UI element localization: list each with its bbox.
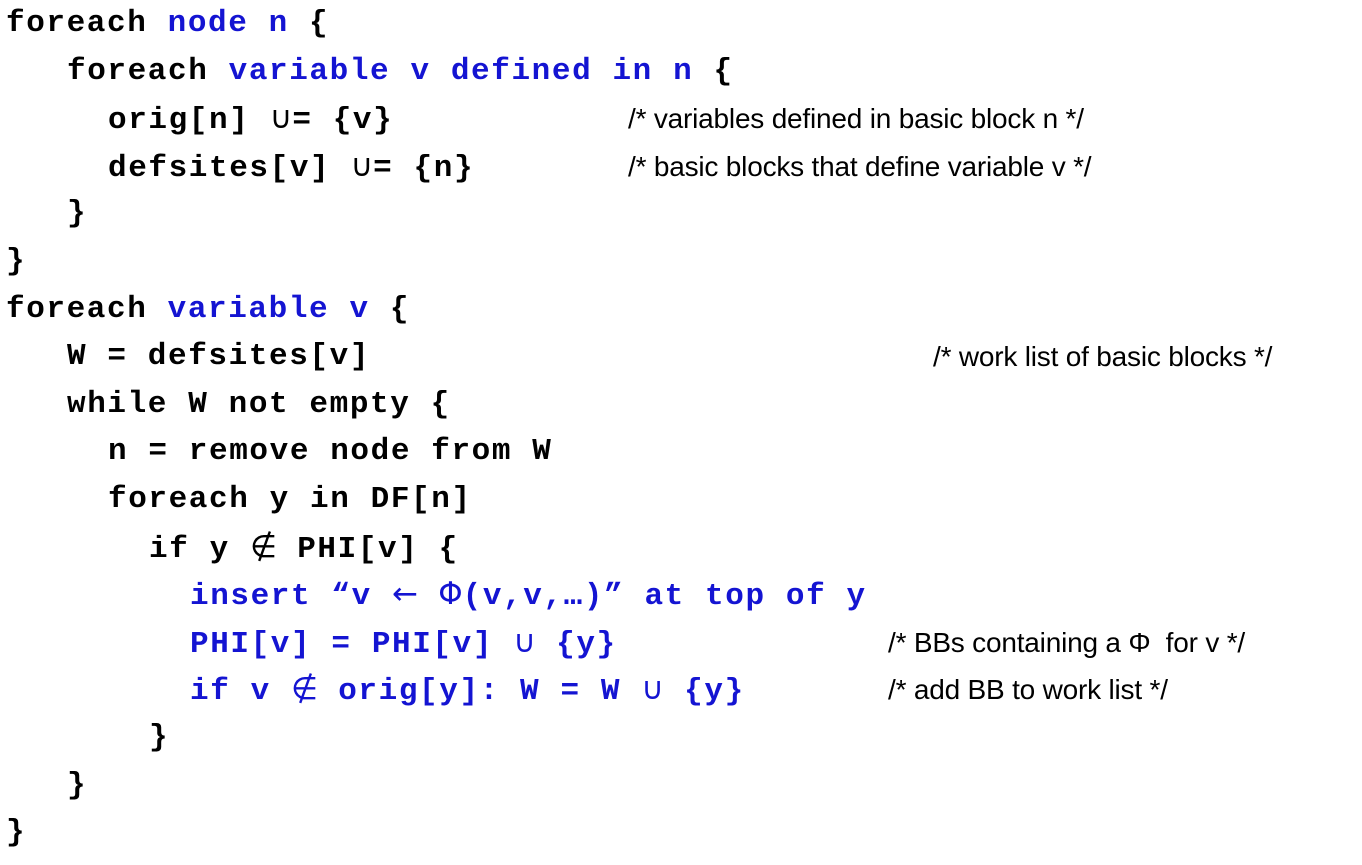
code-text: while W not empty { xyxy=(0,381,451,429)
code-line: n = remove node from W xyxy=(0,428,1362,476)
code-line: } xyxy=(0,809,1362,857)
code-span: defsites[v] xyxy=(108,150,351,186)
code-line: PHI[v] = PHI[v] ∪ {y} /* BBs containing a… xyxy=(0,619,1362,667)
code-text: } xyxy=(0,714,169,762)
code-text: if y ∉ PHI[v] { xyxy=(0,524,459,574)
code-span: orig[y]: W = W xyxy=(318,674,642,710)
code-span: = {n} xyxy=(373,150,475,186)
code-line: } xyxy=(0,238,1362,286)
code-span: foreach y in DF[n] xyxy=(108,481,472,517)
code-text: orig[n] ∪= {v} xyxy=(0,95,393,145)
code-span: } xyxy=(67,767,88,803)
code-span: = {v} xyxy=(292,103,394,139)
code-line: while W not empty { xyxy=(0,381,1362,429)
math-operator-glyph: ∉ xyxy=(291,671,319,708)
code-line: foreach y in DF[n] xyxy=(0,476,1362,524)
code-text: } xyxy=(0,762,87,810)
code-line: if v ∉ orig[y]: W = W ∪ {y} /* add BB to … xyxy=(0,666,1362,714)
code-line: W = defsites[v] /* work list of basic blo… xyxy=(0,333,1362,381)
code-span: W = defsites[v] xyxy=(67,339,371,375)
code-span: foreach xyxy=(6,6,168,41)
code-span: { xyxy=(288,6,330,41)
code-span: while W not empty { xyxy=(67,386,451,422)
code-span: } xyxy=(6,243,27,279)
math-operator-glyph: ∪ xyxy=(641,671,664,708)
code-span: } xyxy=(67,196,88,232)
code-span: if v xyxy=(190,674,292,710)
code-text: } xyxy=(0,238,26,286)
code-comment: /* variables defined in basic block n */ xyxy=(628,103,1084,135)
code-text: n = remove node from W xyxy=(0,428,552,476)
code-span: variable v defined in n xyxy=(228,53,694,89)
code-span: {y} xyxy=(663,674,745,710)
code-text: if v ∉ orig[y]: W = W ∪ {y} xyxy=(0,666,745,716)
code-span: node n xyxy=(167,6,289,41)
code-text: foreach node n { xyxy=(0,0,329,48)
code-line: orig[n] ∪= {v} /* variables defined in ba… xyxy=(0,95,1362,143)
code-span: { xyxy=(693,53,734,89)
code-comment: /* add BB to work list */ xyxy=(888,674,1168,706)
code-comment: /* basic blocks that define variable v *… xyxy=(628,150,1092,182)
math-operator-glyph: ∪ xyxy=(269,100,293,137)
code-span: PHI[v] = PHI[v] xyxy=(190,626,514,662)
code-span: {y} xyxy=(535,626,617,662)
code-span: } xyxy=(6,815,27,851)
code-text: } xyxy=(0,190,87,238)
code-line: } xyxy=(0,190,1362,238)
code-line: foreach variable v { xyxy=(0,286,1362,334)
math-operator-glyph: ∪ xyxy=(513,623,536,660)
code-text: foreach variable v defined in n { xyxy=(0,48,734,96)
code-line: } xyxy=(0,714,1362,762)
code-text: insert “v ← Φ(v,v,…)” at top of y xyxy=(0,571,867,621)
code-text: foreach y in DF[n] xyxy=(0,476,472,524)
code-span: if y xyxy=(149,531,251,567)
code-span: } xyxy=(149,719,170,755)
math-operator-glyph: ∉ xyxy=(250,528,278,565)
code-span: (v,v,…)” at top of y xyxy=(462,579,867,615)
code-line: foreach variable v defined in n { xyxy=(0,48,1362,96)
code-span: variable v xyxy=(167,291,370,327)
code-span: orig[n] xyxy=(108,103,270,139)
code-comment: /* BBs containing a Φ for v */ xyxy=(888,626,1245,658)
code-comment: /* work list of basic blocks */ xyxy=(933,341,1273,373)
code-span: { xyxy=(369,291,411,327)
code-span: insert “v xyxy=(190,579,393,615)
code-text: defsites[v] ∪= {n} xyxy=(0,143,474,193)
code-text: W = defsites[v] xyxy=(0,333,370,381)
code-span: foreach xyxy=(6,291,168,327)
math-operator-glyph: Φ xyxy=(438,576,463,613)
math-operator-glyph: ← xyxy=(392,576,419,613)
code-span: PHI[v] { xyxy=(277,531,459,567)
code-text: } xyxy=(0,809,26,857)
code-text: PHI[v] = PHI[v] ∪ {y} xyxy=(0,619,617,669)
code-span: n = remove node from W xyxy=(108,434,553,470)
code-line: foreach node n { xyxy=(0,0,1362,48)
pseudocode-listing: foreach node n {foreach variable v defin… xyxy=(0,0,1362,850)
math-operator-glyph: ∪ xyxy=(350,147,374,184)
code-span xyxy=(418,579,438,614)
code-line: insert “v ← Φ(v,v,…)” at top of y xyxy=(0,571,1362,619)
code-span: foreach xyxy=(67,53,229,89)
code-text: foreach variable v { xyxy=(0,286,410,334)
code-line: } xyxy=(0,762,1362,810)
code-line: if y ∉ PHI[v] { xyxy=(0,524,1362,572)
code-line: defsites[v] ∪= {n} /* basic blocks that d… xyxy=(0,143,1362,191)
